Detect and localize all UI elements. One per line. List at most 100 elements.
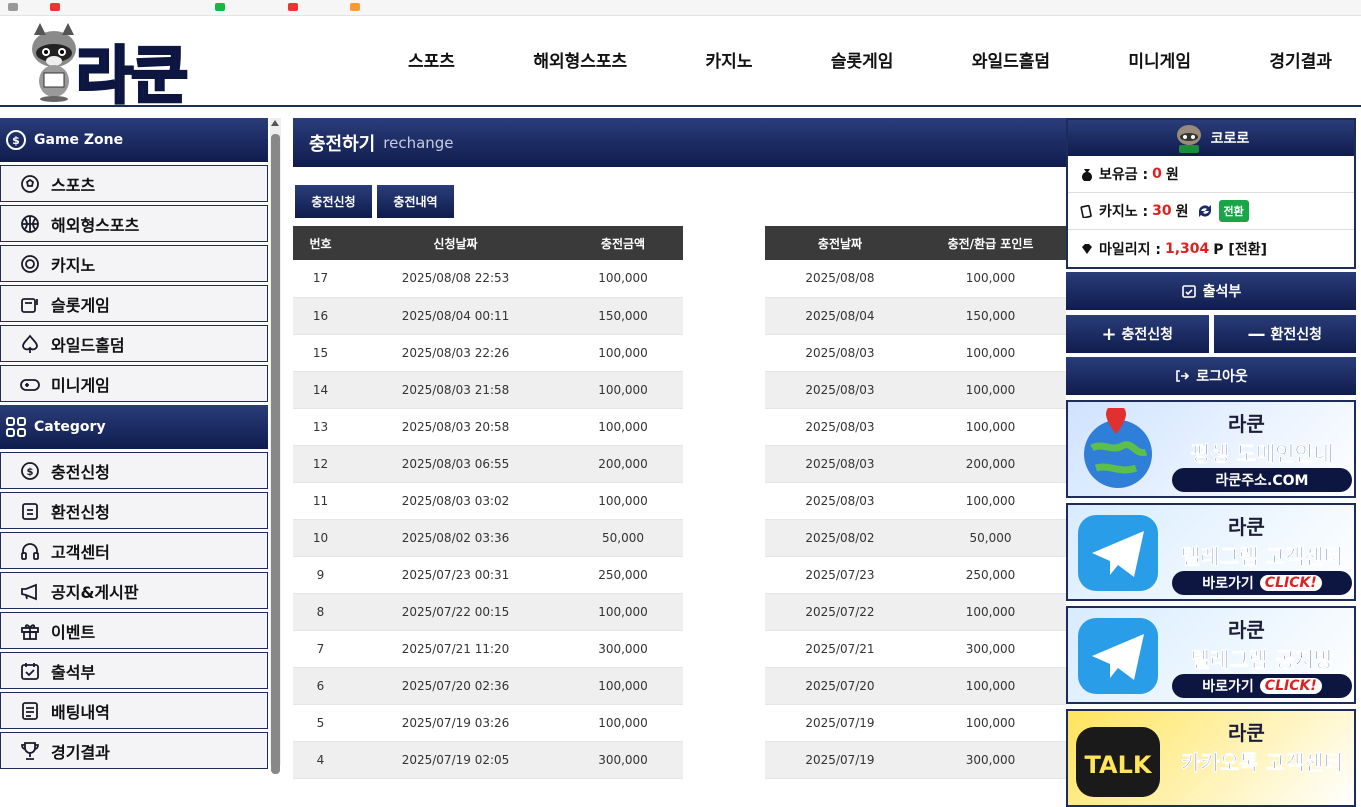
site-logo[interactable]: 라쿤 [24, 23, 209, 114]
spade-icon [22, 334, 38, 353]
nav-sports[interactable]: 스포츠 [390, 47, 473, 72]
side-banner-0[interactable]: 라쿤 평생 도메인안내 라쿤주소.COM [1066, 400, 1356, 498]
side-banner-3[interactable]: TALK 라쿤 카카오톡 고객센터 [1066, 709, 1356, 807]
cell-blank [683, 741, 765, 778]
cell-points: 150,000 [915, 297, 1066, 335]
cell-amount: 100,000 [563, 260, 683, 298]
cell-blank [683, 704, 765, 741]
logout-button[interactable]: 로그아웃 [1066, 357, 1356, 395]
cell-points: 100,000 [915, 371, 1066, 409]
cell-number: 13 [293, 408, 348, 446]
sidebar-category-item-2[interactable]: 고객센터 [0, 532, 268, 569]
banner-sub: 라쿤주소.COM [1215, 473, 1309, 489]
casino-unit: 원 [1175, 204, 1189, 220]
logout-icon [1176, 370, 1190, 382]
bookmark-icon[interactable] [50, 3, 60, 11]
bookmark-icon[interactable] [350, 3, 360, 11]
cell-points: 100,000 [915, 408, 1066, 446]
table-row: 17 2025/08/08 22:53 100,000 2025/08/08 100,0… [293, 260, 1066, 298]
side-banner-2[interactable]: 라쿤 텔레그램 공지방 바로가기 CLICK! [1066, 606, 1356, 704]
attendance-button[interactable]: 출석부 [1066, 272, 1356, 310]
balance-unit: 원 [1165, 167, 1179, 183]
cell-amount: 50,000 [563, 519, 683, 557]
sidebar-item-label: 충전신청 [51, 462, 110, 482]
banner-click: CLICK! [1259, 678, 1322, 694]
sidebar-game-item-1[interactable]: 해외형스포츠 [0, 205, 268, 242]
nav-minigame[interactable]: 미니게임 [1110, 47, 1209, 72]
sidebar-category-item-5[interactable]: 출석부 [0, 652, 268, 689]
table-row: 7 2025/07/21 11:20 300,000 2025/07/21 300,00… [293, 630, 1066, 668]
refresh-icon[interactable] [1195, 201, 1215, 221]
nav-slot[interactable]: 슬롯게임 [813, 47, 912, 72]
mileage-value: 1,304 [1165, 240, 1210, 257]
cell-blank [683, 519, 765, 556]
cell-request-date: 2025/08/08 22:53 [348, 260, 563, 298]
cell-amount: 100,000 [563, 371, 683, 409]
sidebar-game-item-2[interactable]: 카지노 [0, 245, 268, 282]
col-blank [683, 226, 765, 260]
telegram-icon [1078, 515, 1158, 591]
banner-brand: 라쿤 [1228, 618, 1265, 642]
balance-value: 0 [1152, 166, 1162, 182]
withdraw-label: 환전신청 [1270, 327, 1323, 343]
sidebar-category-item-4[interactable]: 이벤트 [0, 612, 268, 649]
cell-number: 11 [293, 482, 348, 520]
tab-deposit-history[interactable]: 충전내역 [377, 185, 454, 218]
tab-deposit-request[interactable]: 충전신청 [295, 185, 372, 218]
cell-request-date: 2025/07/22 00:15 [348, 593, 563, 631]
sidebar-category-item-0[interactable]: $ 충전신청 [0, 452, 268, 489]
table-row: 14 2025/08/03 21:58 100,000 2025/08/03 100,0… [293, 371, 1066, 409]
logo-text: 라쿤 [74, 38, 189, 114]
sidebar-category-item-7[interactable]: 경기결과 [0, 732, 268, 769]
cell-number: 16 [293, 297, 348, 335]
grid-icon [6, 417, 26, 437]
withdraw-button[interactable]: — 환전신청 [1213, 315, 1356, 353]
browser-bookmark-strip [0, 0, 1361, 16]
sidebar-category-item-6[interactable]: 배팅내역 [0, 692, 268, 729]
cards-icon [1080, 204, 1092, 218]
cell-amount: 100,000 [563, 482, 683, 520]
sidebar-scrollbar[interactable] [270, 118, 281, 774]
basketball-icon [21, 214, 39, 233]
cell-points: 50,000 [915, 519, 1066, 557]
cell-blank [683, 260, 765, 297]
sidebar-category-item-3[interactable]: 공지&게시판 [0, 572, 268, 609]
casino-swap-button[interactable]: 전환 [1218, 200, 1249, 222]
scroll-thumb[interactable] [271, 134, 280, 774]
bookmark-icon[interactable] [8, 3, 18, 11]
cell-deposit-date: 2025/08/03 [765, 334, 915, 372]
table-row: 12 2025/08/03 06:55 200,000 2025/08/03 200,0… [293, 445, 1066, 483]
cell-deposit-date: 2025/07/19 [765, 741, 915, 779]
scroll-up-arrow-icon[interactable] [271, 120, 279, 126]
banner-title: 평생 도메인안내 [1190, 442, 1334, 467]
sidebar-game-item-4[interactable]: 와일드홀덤 [0, 325, 268, 362]
cell-amount: 200,000 [563, 445, 683, 483]
sidebar-game-item-3[interactable]: 슬롯게임 [0, 285, 268, 322]
cell-request-date: 2025/07/19 03:26 [348, 704, 563, 742]
svg-text:$: $ [12, 134, 20, 147]
col-deposit-date: 충전날짜 [765, 226, 915, 260]
casino-row: 카지노 : 30 원 전환 [1068, 193, 1354, 230]
table-header-row: 번호 신청날짜 충전금액 충전날짜 충전/환급 포인트 [293, 226, 1066, 260]
bookmark-icon[interactable] [288, 3, 298, 11]
mileage-unit[interactable]: P [전환] [1213, 239, 1267, 259]
side-banner-1[interactable]: 라쿤 텔레그램 고객센터 바로가기 CLICK! [1066, 503, 1356, 601]
calendar-check-icon [21, 662, 39, 680]
nav-holdem[interactable]: 와일드홀덤 [954, 47, 1068, 72]
sidebar-category-item-1[interactable]: 환전신청 [0, 492, 268, 529]
bookmark-icon[interactable] [215, 3, 225, 11]
cell-points: 250,000 [915, 556, 1066, 594]
sidebar-item-label: 환전신청 [51, 502, 110, 522]
nav-overseas-sports[interactable]: 해외형스포츠 [515, 47, 645, 72]
cell-blank [683, 445, 765, 482]
cell-deposit-date: 2025/08/04 [765, 297, 915, 335]
sidebar-game-item-0[interactable]: 스포츠 [0, 165, 268, 202]
nav-casino[interactable]: 카지노 [688, 47, 771, 72]
cell-blank [683, 371, 765, 408]
dollar-coin-icon: $ [6, 130, 26, 150]
page-title-bar: 충전하기 rechange [293, 118, 1066, 167]
cell-points: 300,000 [915, 741, 1066, 779]
sidebar-game-item-5[interactable]: 미니게임 [0, 365, 268, 402]
nav-results[interactable]: 경기결과 [1251, 47, 1350, 72]
deposit-button[interactable]: + 충전신청 [1066, 315, 1209, 353]
